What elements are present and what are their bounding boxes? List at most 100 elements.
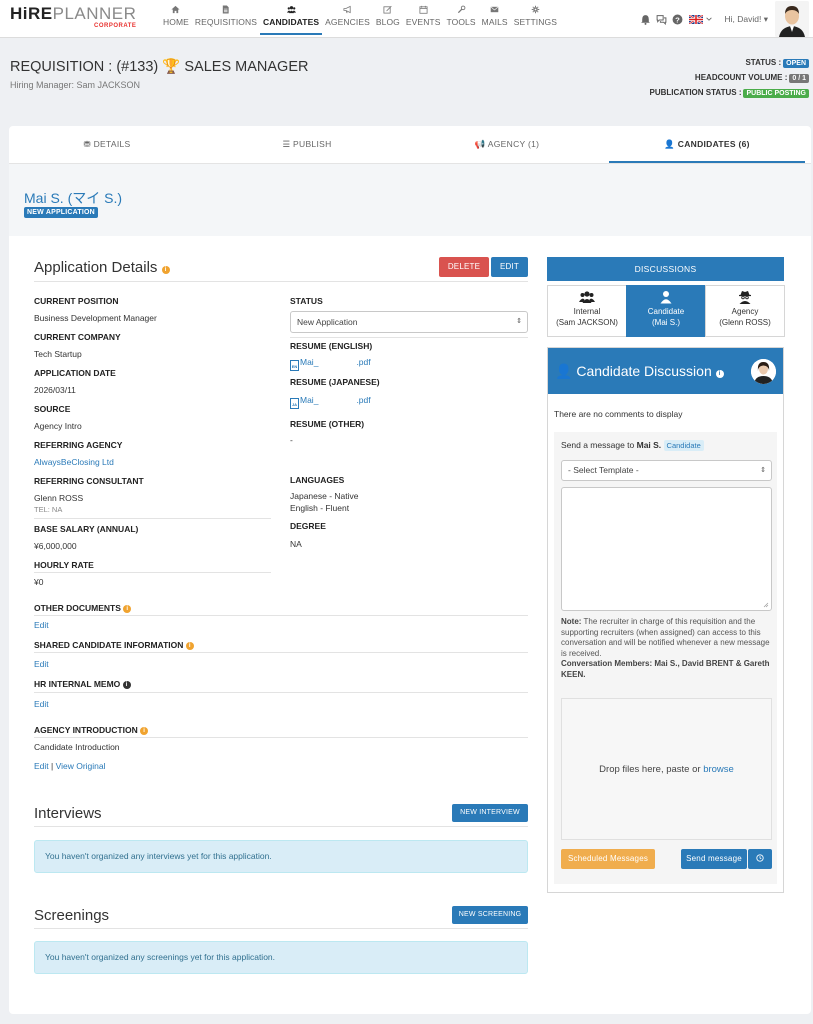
scheduled-messages-button[interactable]: Scheduled Messages xyxy=(561,849,655,869)
tab-agency[interactable]: 📢 AGENCY (1) xyxy=(409,126,605,163)
resume-japanese-file-b: .pdf xyxy=(356,395,371,405)
bell-icon[interactable] xyxy=(640,14,651,25)
hr-memo-label: HR INTERNAL MEMO i xyxy=(34,679,131,689)
hr-memo-edit-link[interactable]: Edit xyxy=(34,699,49,709)
nav-home-label: HOME xyxy=(163,17,189,27)
resume-other-value: - xyxy=(290,435,293,445)
help-icon[interactable]: ? xyxy=(672,14,683,25)
resume-japanese-file[interactable]: JA Mai_ .pdf xyxy=(290,395,371,409)
publication-badge: PUBLIC POSTING xyxy=(743,89,809,98)
resume-english-file-a: Mai_ xyxy=(300,357,319,367)
shared-info-edit-link[interactable]: Edit xyxy=(34,659,49,669)
chevron-down-icon[interactable] xyxy=(705,16,712,22)
candidate-name[interactable]: Mai S. (マイ S.) xyxy=(24,188,122,208)
hr-memo-label-text: HR INTERNAL MEMO xyxy=(34,679,121,689)
user-icon xyxy=(660,291,672,304)
nav-tools[interactable]: TOOLS xyxy=(444,5,479,35)
referring-agency-link[interactable]: AlwaysBeClosing Ltd xyxy=(34,457,114,467)
user-avatar[interactable] xyxy=(775,1,809,37)
tab-candidates[interactable]: 👤 CANDIDATES (6) xyxy=(609,126,805,163)
tab-details[interactable]: ⛃ DETAILS xyxy=(9,126,205,163)
tab-publish[interactable]: ☰ PUBLISH xyxy=(209,126,405,163)
resume-english-file-b: .pdf xyxy=(356,357,371,367)
nav-settings[interactable]: SETTINGS xyxy=(511,5,560,35)
top-navbar: HiREPLANNER CORPORATE HOME REQUISITIONS … xyxy=(0,0,813,38)
comments-icon[interactable] xyxy=(656,14,667,25)
delete-button[interactable]: DELETE xyxy=(439,257,489,277)
publication-label: PUBLICATION STATUS : xyxy=(649,88,742,97)
send-to-name: Mai S. xyxy=(636,440,662,450)
candidate-discussion-title-text: Candidate Discussion xyxy=(576,363,712,379)
requisition-tabs: ⛃ DETAILS ☰ PUBLISH 📢 AGENCY (1) 👤 CANDI… xyxy=(9,126,811,164)
wrench-icon xyxy=(457,5,465,14)
nav-events-label: EVENTS xyxy=(405,17,441,27)
users-icon xyxy=(579,291,595,303)
status-badge: OPEN xyxy=(783,59,809,68)
new-interview-button[interactable]: NEW INTERVIEW xyxy=(452,804,528,822)
browse-link[interactable]: browse xyxy=(703,764,734,775)
current-company-label: CURRENT COMPANY xyxy=(34,332,121,342)
edit-button[interactable]: EDIT xyxy=(491,257,528,277)
resume-english-label: RESUME (ENGLISH) xyxy=(290,341,373,351)
uk-flag-icon[interactable] xyxy=(688,14,703,24)
base-salary-label: BASE SALARY (ANNUAL) xyxy=(34,524,139,534)
discussion-tab-candidate[interactable]: Candidate (Mai S.) xyxy=(626,285,706,337)
template-select[interactable]: - Select Template - ⇕ xyxy=(561,460,772,481)
discussion-tab-internal[interactable]: Internal (Sam JACKSON) xyxy=(547,285,627,337)
nav-home[interactable]: HOME xyxy=(160,5,192,35)
select-caret-icon: ⇕ xyxy=(516,318,522,325)
info-icon[interactable]: i xyxy=(122,681,131,689)
nav-mails[interactable]: MAILS xyxy=(479,5,511,35)
send-message-button[interactable]: Send message xyxy=(681,849,747,869)
status-select[interactable]: New Application ⇕ xyxy=(290,311,528,333)
divider xyxy=(34,615,528,616)
no-comments-message: There are no comments to display xyxy=(554,409,683,419)
schedule-clock-button[interactable] xyxy=(748,849,772,869)
agency-intro-edit-link[interactable]: Edit xyxy=(34,761,49,771)
discussion-tab-internal-title: Internal xyxy=(573,307,601,316)
application-date-value: 2026/03/11 xyxy=(34,385,76,395)
discussion-tab-agency[interactable]: Agency (Glenn ROSS) xyxy=(705,285,785,337)
user-greeting[interactable]: Hi, David! ▾ xyxy=(725,14,768,25)
info-icon[interactable]: i xyxy=(140,727,149,735)
current-position-value: Business Development Manager xyxy=(34,313,157,323)
requisition-position: SALES MANAGER xyxy=(184,59,309,75)
degree-value: NA xyxy=(290,539,302,549)
info-icon[interactable]: i xyxy=(715,370,724,378)
resize-handle-icon[interactable] xyxy=(763,602,769,608)
info-icon[interactable]: i xyxy=(185,642,194,650)
nav-candidates[interactable]: CANDIDATES xyxy=(260,5,323,35)
hiring-manager: Hiring Manager: Sam JACKSON xyxy=(10,80,141,90)
hourly-rate-value: ¥0 xyxy=(34,577,44,587)
languages-label: LANGUAGES xyxy=(290,475,345,485)
source-label: SOURCE xyxy=(34,404,71,414)
drop-text: Drop files here, paste or xyxy=(599,764,704,775)
degree-label: DEGREE xyxy=(290,521,326,531)
info-icon[interactable]: i xyxy=(123,605,132,613)
nav-blog[interactable]: BLOG xyxy=(373,5,403,35)
message-textarea[interactable] xyxy=(561,487,772,611)
nav-agencies[interactable]: AGENCIES xyxy=(322,5,373,35)
referring-consultant-label: REFERRING CONSULTANT xyxy=(34,476,144,486)
status-label: STATUS : xyxy=(745,58,782,67)
resume-other-label: RESUME (OTHER) xyxy=(290,419,365,429)
view-original-link[interactable]: View Original xyxy=(56,761,106,771)
app-logo[interactable]: HiREPLANNER CORPORATE xyxy=(10,5,136,29)
user-secret-icon xyxy=(739,291,751,304)
other-documents-edit-link[interactable]: Edit xyxy=(34,620,49,630)
file-drop-zone[interactable]: Drop files here, paste or browse xyxy=(561,698,772,840)
nav-requisitions[interactable]: REQUISITIONS xyxy=(192,5,260,35)
divider xyxy=(290,337,528,338)
screenings-title: Screenings xyxy=(34,907,110,924)
new-screening-button[interactable]: NEW SCREENING xyxy=(452,906,528,924)
candidate-discussion-header: 👤 Candidate Discussion i xyxy=(548,348,783,394)
candidate-banner: Mai S. (マイ S.) NEW APPLICATION xyxy=(9,164,811,236)
note-label: Note: xyxy=(561,617,582,626)
user-icon: 👤 xyxy=(555,363,573,379)
interviews-empty-alert: You haven't organized any interviews yet… xyxy=(34,840,528,873)
nav-events[interactable]: EVENTS xyxy=(403,5,444,35)
nav-agencies-label: AGENCIES xyxy=(325,17,370,27)
resume-english-file[interactable]: EN Mai_ .pdf xyxy=(290,357,371,371)
info-icon[interactable]: i xyxy=(161,266,170,274)
nav-requisitions-label: REQUISITIONS xyxy=(194,17,258,27)
